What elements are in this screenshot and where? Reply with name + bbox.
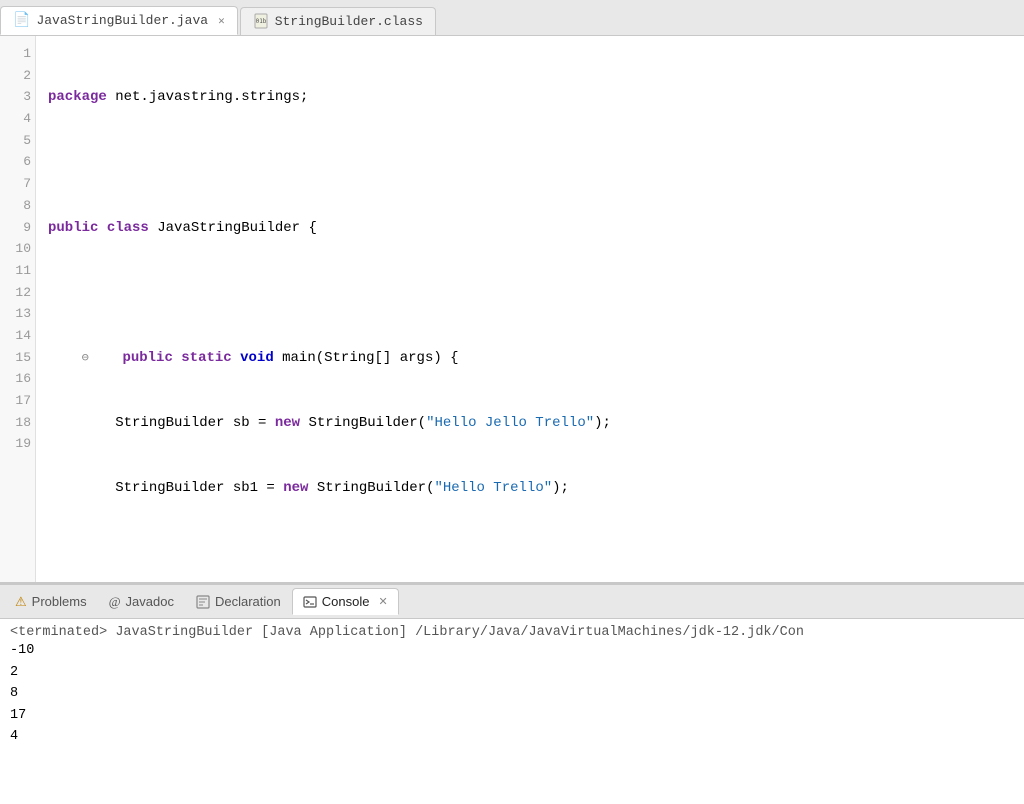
ln-4: 4: [8, 109, 31, 131]
ln-2: 2: [8, 66, 31, 88]
code-line-3: public class JavaStringBuilder {: [48, 218, 1016, 240]
ln-19: 19: [8, 434, 31, 456]
tab-console-close[interactable]: ✕: [378, 595, 387, 608]
tab-declaration[interactable]: Declaration: [185, 588, 292, 616]
ln-7: 7: [8, 174, 31, 196]
tab-java[interactable]: 📄 JavaStringBuilder.java ✕: [0, 6, 238, 35]
console-output-3: 8: [10, 683, 1014, 705]
ln-5: 5: [8, 131, 31, 153]
class-file-icon: 01b: [253, 13, 269, 30]
ln-6: 6: [8, 152, 31, 174]
javadoc-icon: @: [109, 594, 121, 610]
ln-17: 17: [8, 391, 31, 413]
editor-area[interactable]: 1 2 3 4 5 6 7 8 9 10 11 12 13 14 15 16 1…: [0, 36, 1024, 584]
tab-problems[interactable]: ⚠ Problems: [4, 588, 98, 616]
code-line-6: StringBuilder sb = new StringBuilder("He…: [48, 413, 1016, 435]
ln-9: 9: [8, 218, 31, 240]
tab-declaration-label: Declaration: [215, 594, 281, 609]
java-file-icon: 📄: [13, 12, 30, 29]
tab-class-label: StringBuilder.class: [275, 14, 423, 29]
tab-javadoc[interactable]: @ Javadoc: [98, 588, 185, 616]
tab-javadoc-label: Javadoc: [126, 594, 174, 609]
ln-10: 10: [8, 239, 31, 261]
tab-java-close[interactable]: ✕: [218, 14, 225, 28]
problems-icon: ⚠: [15, 594, 27, 610]
console-output-5: 4: [10, 726, 1014, 748]
ln-8: 8: [8, 196, 31, 218]
tab-problems-label: Problems: [32, 594, 87, 609]
line-numbers: 1 2 3 4 5 6 7 8 9 10 11 12 13 14 15 16 1…: [0, 36, 36, 582]
code-line-7: StringBuilder sb1 = new StringBuilder("H…: [48, 478, 1016, 500]
code-line-8: [48, 543, 1016, 565]
ln-16: 16: [8, 369, 31, 391]
editor-tab-bar: 📄 JavaStringBuilder.java ✕ 01b StringBui…: [0, 0, 1024, 36]
ln-12: 12: [8, 283, 31, 305]
console-terminated-line: <terminated> JavaStringBuilder [Java App…: [10, 625, 804, 640]
code-line-1: package net.javastring.strings;: [48, 87, 1016, 109]
ln-3: 3: [8, 87, 31, 109]
tab-class[interactable]: 01b StringBuilder.class: [240, 7, 436, 35]
console-output-2: 2: [10, 662, 1014, 684]
tab-java-label: JavaStringBuilder.java: [36, 13, 208, 28]
tab-console-label: Console: [322, 594, 370, 609]
bottom-panel: ⚠ Problems @ Javadoc Declaration: [0, 584, 1024, 804]
console-output-1: -10: [10, 640, 1014, 662]
code-container: 1 2 3 4 5 6 7 8 9 10 11 12 13 14 15 16 1…: [0, 36, 1024, 582]
code-line-5: ⊖ public static void main(String[] args)…: [48, 348, 1016, 370]
svg-text:01b: 01b: [255, 18, 266, 25]
ln-1: 1: [8, 44, 31, 66]
console-icon: [303, 594, 317, 610]
code-content[interactable]: package net.javastring.strings; public c…: [36, 36, 1024, 582]
code-line-2: [48, 152, 1016, 174]
tab-console[interactable]: Console ✕: [292, 588, 399, 616]
console-output: <terminated> JavaStringBuilder [Java App…: [0, 619, 1024, 804]
ln-15: 15: [8, 348, 31, 370]
declaration-icon: [196, 594, 210, 610]
bottom-tab-bar: ⚠ Problems @ Javadoc Declaration: [0, 585, 1024, 619]
ln-14: 14: [8, 326, 31, 348]
ln-11: 11: [8, 261, 31, 283]
ln-18: 18: [8, 413, 31, 435]
console-output-4: 17: [10, 705, 1014, 727]
ln-13: 13: [8, 304, 31, 326]
code-line-4: [48, 283, 1016, 305]
